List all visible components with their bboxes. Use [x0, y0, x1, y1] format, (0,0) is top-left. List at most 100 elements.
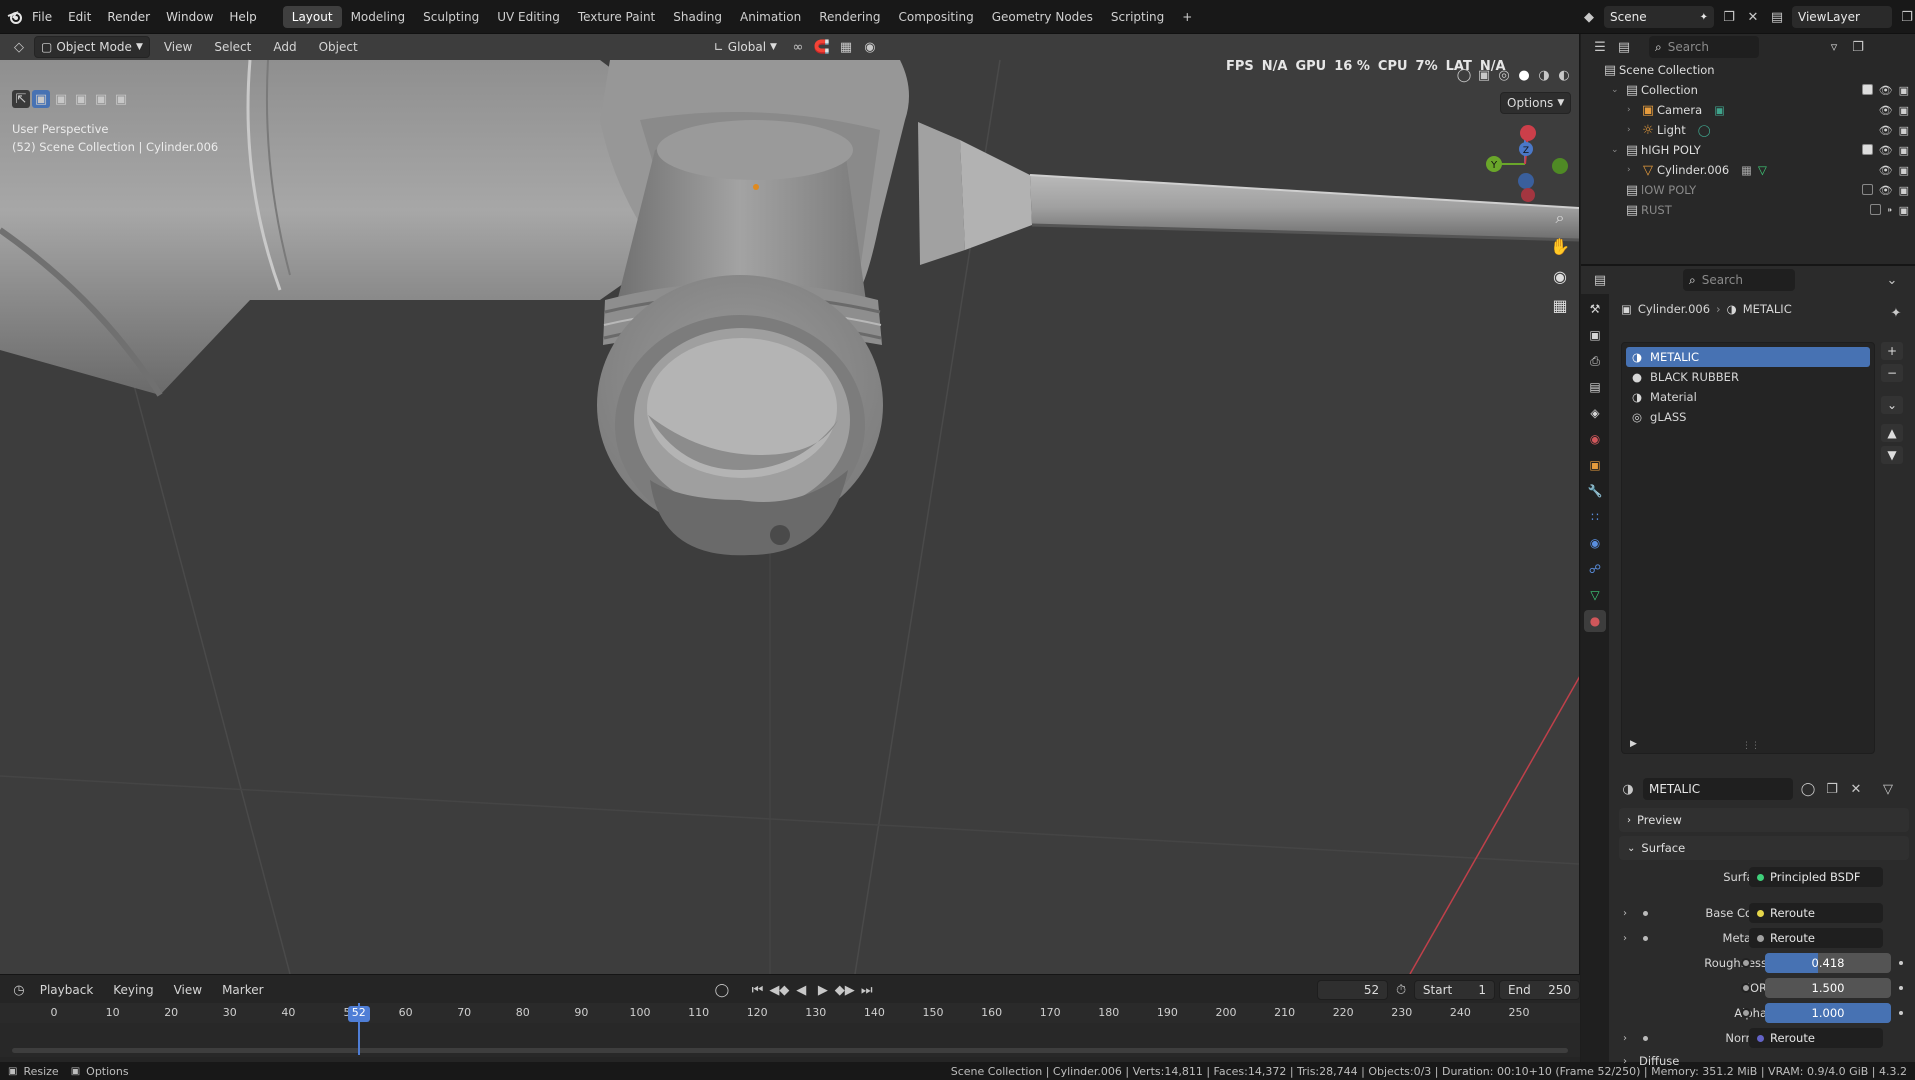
- proportional-edit-icon[interactable]: ◉: [861, 38, 879, 56]
- eye-icon[interactable]: 👁: [1879, 84, 1893, 97]
- viewport-menu-view[interactable]: View: [156, 37, 200, 57]
- timeline-menu-marker[interactable]: Marker: [214, 980, 271, 1000]
- float-socket-icon[interactable]: [1741, 983, 1751, 993]
- delete-scene-icon[interactable]: ✕: [1744, 8, 1762, 26]
- world-tab-icon[interactable]: ◉: [1584, 428, 1606, 450]
- viewport-scene[interactable]: [0, 34, 1580, 974]
- duplicate-material-icon[interactable]: ❐: [1823, 780, 1841, 798]
- outliner-row-high-poly[interactable]: ⌄ ▤ hIGH POLY 👁 ▣: [1581, 140, 1915, 160]
- timeline-track[interactable]: [0, 1023, 1580, 1057]
- scene-tab-icon[interactable]: ◈: [1584, 402, 1606, 424]
- filter-icon[interactable]: ▿: [1825, 38, 1843, 56]
- move-slot-down-button[interactable]: ▼: [1881, 446, 1903, 464]
- preview-panel-header[interactable]: › Preview: [1619, 808, 1909, 832]
- end-frame-field[interactable]: End 250: [1498, 980, 1581, 1000]
- physics-tab-icon[interactable]: ◉: [1584, 532, 1606, 554]
- chevron-right-icon[interactable]: ›: [1627, 165, 1639, 175]
- outliner[interactable]: ☰ ▤ ⌕ Search ▿ ❐ ▤ Scene Collection ⌄ ▤ …: [1581, 34, 1915, 266]
- current-frame-field[interactable]: 52: [1316, 980, 1389, 1000]
- chevron-down-icon[interactable]: ⌄: [1611, 85, 1623, 95]
- camera-render-icon[interactable]: ▣: [1899, 204, 1909, 217]
- pan-hand-icon[interactable]: ✋: [1546, 232, 1574, 260]
- metallic-field[interactable]: Reroute: [1749, 928, 1883, 948]
- new-collection-icon[interactable]: ❐: [1849, 38, 1867, 56]
- material-name-field[interactable]: METALIC: [1643, 778, 1793, 800]
- material-slot[interactable]: ◑ Material: [1626, 387, 1870, 407]
- browse-material-icon[interactable]: ◑: [1619, 780, 1637, 798]
- chevron-down-icon[interactable]: ⌄: [1611, 145, 1623, 155]
- surface-shader-field[interactable]: Principled BSDF: [1749, 867, 1883, 887]
- auto-key-icon[interactable]: ◯: [713, 981, 731, 999]
- timeline-editor-icon[interactable]: ◷: [10, 981, 28, 999]
- ortho-grid-icon[interactable]: ▦: [1546, 291, 1574, 319]
- chevron-right-icon[interactable]: ›: [1627, 105, 1639, 115]
- float-socket-icon[interactable]: [1741, 958, 1751, 968]
- add-slot-button[interactable]: +: [1881, 342, 1903, 360]
- outliner-row-collection[interactable]: ⌄ ▤ Collection 👁 ▣: [1581, 80, 1915, 100]
- exclude-checkbox[interactable]: [1861, 183, 1873, 195]
- modifier-icon[interactable]: ▦: [1741, 163, 1752, 177]
- select-tool-icon[interactable]: ⇱: [12, 90, 30, 108]
- snap-icon[interactable]: 🧲: [813, 38, 831, 56]
- chevron-right-icon[interactable]: ›: [1623, 1056, 1627, 1067]
- tab-geometry-nodes[interactable]: Geometry Nodes: [983, 6, 1102, 28]
- menu-help[interactable]: Help: [221, 7, 264, 27]
- eye-icon[interactable]: 👁: [1879, 164, 1893, 177]
- expand-icon[interactable]: ▶: [1630, 739, 1637, 749]
- normal-field[interactable]: Reroute: [1749, 1028, 1883, 1048]
- timeline-menu-playback[interactable]: Playback: [32, 980, 102, 1000]
- camera-render-icon[interactable]: ▣: [1899, 84, 1909, 97]
- xray-icon[interactable]: ▣: [1475, 66, 1493, 84]
- surface-panel-header[interactable]: ⌄ Surface: [1619, 836, 1909, 860]
- prev-keyframe-icon[interactable]: ◀◆: [769, 981, 789, 999]
- scene-collection-row[interactable]: ▤ Scene Collection: [1581, 60, 1915, 80]
- jump-start-icon[interactable]: ⏮: [749, 981, 767, 999]
- camera-render-icon[interactable]: ▣: [1899, 144, 1909, 157]
- camera-render-icon[interactable]: ▣: [1899, 184, 1909, 197]
- material-slot-list[interactable]: ◑ METALIC ● BLACK RUBBER ◑ Material ◎ gLASS …: [1621, 342, 1875, 754]
- chevron-right-icon[interactable]: ›: [1623, 933, 1627, 944]
- menu-edit[interactable]: Edit: [60, 7, 99, 27]
- navigation-gizmo[interactable]: Y Z: [1480, 119, 1570, 209]
- select-extend-icon[interactable]: ▣: [52, 90, 70, 108]
- properties-editor[interactable]: ▤ ⌕ Search ⌄ ⚒ ▣ ⎙ ▤ ◈ ◉ ▣ 🔧 ∷ ◉ ☍ ▽ ● ▣…: [1581, 266, 1915, 1068]
- 3d-viewport[interactable]: ◇ ▢ Object Mode ▼ View Select Add Object…: [0, 34, 1580, 974]
- chevron-down-icon[interactable]: ⌄: [1883, 271, 1901, 289]
- timeline-menu-keying[interactable]: Keying: [105, 980, 161, 1000]
- editor-type-icon[interactable]: ◇: [10, 38, 28, 56]
- eye-icon[interactable]: 👁: [1879, 144, 1893, 157]
- object-tab-icon[interactable]: ▣: [1584, 454, 1606, 476]
- exclude-checkbox[interactable]: [1870, 203, 1882, 215]
- solid-shading-icon[interactable]: ●: [1515, 66, 1533, 84]
- zoom-icon[interactable]: ⌕: [1546, 204, 1574, 232]
- tab-uv-editing[interactable]: UV Editing: [488, 6, 569, 28]
- float-socket-icon[interactable]: [1741, 1008, 1751, 1018]
- unlink-material-icon[interactable]: ✕: [1847, 780, 1865, 798]
- jump-end-icon[interactable]: ⏭: [858, 981, 876, 999]
- ior-field[interactable]: 1.500: [1765, 978, 1891, 998]
- stopwatch-icon[interactable]: ⏱: [1392, 981, 1410, 999]
- scene-icon[interactable]: ◆: [1580, 8, 1598, 26]
- material-slot[interactable]: ◑ METALIC: [1626, 347, 1870, 367]
- outliner-editor-icon[interactable]: ☰: [1591, 38, 1609, 56]
- tab-modeling[interactable]: Modeling: [342, 6, 415, 28]
- menu-window[interactable]: Window: [158, 7, 221, 27]
- select-invert-icon[interactable]: ▣: [92, 90, 110, 108]
- viewport-options-button[interactable]: Options ▼: [1500, 92, 1572, 114]
- keyframe-dot-icon[interactable]: [1899, 961, 1903, 965]
- tab-compositing[interactable]: Compositing: [889, 6, 982, 28]
- chevron-right-icon[interactable]: ›: [1627, 125, 1639, 135]
- view-layer-icon[interactable]: ▤: [1768, 8, 1786, 26]
- remove-slot-button[interactable]: −: [1881, 364, 1903, 382]
- rendered-shading-icon[interactable]: ◐: [1555, 66, 1573, 84]
- timeline-menu-view[interactable]: View: [166, 980, 210, 1000]
- camera-render-icon[interactable]: ▣: [1899, 164, 1909, 177]
- tab-rendering[interactable]: Rendering: [810, 6, 889, 28]
- timeline-scrollbar[interactable]: [12, 1048, 1568, 1053]
- camera-render-icon[interactable]: ▣: [1899, 104, 1909, 117]
- constraints-tab-icon[interactable]: ☍: [1584, 558, 1606, 580]
- tab-animation[interactable]: Animation: [731, 6, 810, 28]
- frame-ruler[interactable]: 0102030405607080901001101201301401501601…: [0, 1003, 1580, 1023]
- modifiers-tab-icon[interactable]: 🔧: [1584, 480, 1606, 502]
- scene-selector[interactable]: Scene ✦: [1604, 6, 1714, 28]
